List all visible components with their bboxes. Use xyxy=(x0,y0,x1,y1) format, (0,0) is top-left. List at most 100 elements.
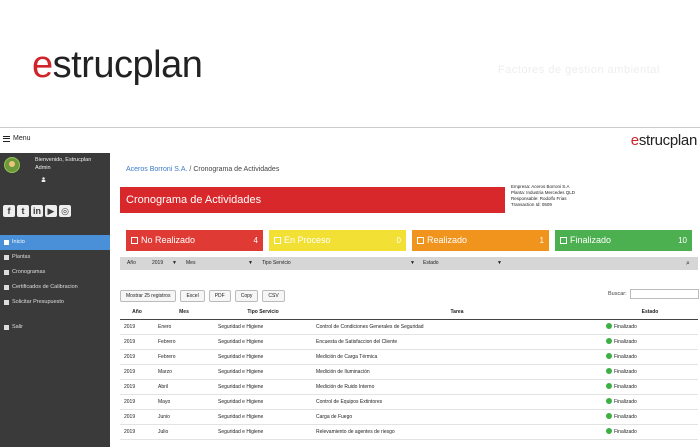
card-no-realizado[interactable]: No Realizado 4 xyxy=(126,230,263,251)
home-icon xyxy=(4,240,9,245)
search-input[interactable] xyxy=(629,289,699,299)
col-estado[interactable]: Estado xyxy=(602,306,698,320)
menu-button[interactable]: Menu xyxy=(3,135,31,142)
table-header: Año Mes Tipo Servicio Tarea Estado xyxy=(120,306,698,320)
status-check-icon xyxy=(606,413,612,419)
youtube-icon[interactable]: ▶ xyxy=(45,205,57,217)
plane-icon xyxy=(4,255,9,260)
table-cell: Seguridad e Higiene xyxy=(214,409,312,425)
table-cell: Seguridad e Higiene xyxy=(214,349,312,365)
table-search: Buscar: xyxy=(608,289,699,299)
table-cell: Finalizado xyxy=(602,334,698,350)
sidebar: Bienvenido, Estrucplan Admin f t in ▶ ◎ I… xyxy=(0,153,110,447)
table-cell: Encuesta de Satisfaccion del Cliente xyxy=(312,334,602,350)
table-cell: Seguridad e Higiene xyxy=(214,379,312,395)
chevron-down-icon: ▼ xyxy=(497,260,502,266)
card-en-proceso[interactable]: En Proceso 0 xyxy=(269,230,406,251)
table-cell: 2019 xyxy=(120,319,154,335)
status-check-icon xyxy=(606,353,612,359)
chevron-down-icon: ▼ xyxy=(410,260,415,266)
brand-logo: estrucplan xyxy=(32,44,203,86)
sidebar-item-inicio[interactable]: Inicio xyxy=(0,235,110,250)
table-cell: Finalizado xyxy=(602,349,698,365)
activities-table: Año Mes Tipo Servicio Tarea Estado 2019 E… xyxy=(120,306,698,440)
logout-icon xyxy=(4,325,9,330)
facebook-icon[interactable]: f xyxy=(3,205,15,217)
table-cell: Finalizado xyxy=(602,364,698,380)
social-links: f t in ▶ ◎ xyxy=(3,205,71,217)
table-cell: Control de Equipos Extintores xyxy=(312,394,602,410)
col-anio[interactable]: Año xyxy=(120,306,154,320)
table-row[interactable]: 2019 Julio Seguridad e Higiene Relevamiento… xyxy=(120,424,698,440)
top-bar: Menu estrucplan xyxy=(0,128,700,153)
welcome-text: Bienvenido, Estrucplan Admin xyxy=(35,157,92,171)
table-row[interactable]: 2019 Junio Seguridad e Higiene Carga de Fue… xyxy=(120,409,698,425)
table-cell: Febrero xyxy=(154,349,214,365)
calendar-icon xyxy=(4,270,9,275)
filter-mes-select[interactable]: Mes xyxy=(186,257,195,270)
table-cell: Seguridad e Higiene xyxy=(214,319,312,335)
pdf-button[interactable]: PDF xyxy=(208,290,231,302)
filter-estado-select[interactable]: Estado xyxy=(423,257,439,270)
table-cell: Medición de Carga Térmica xyxy=(312,349,602,365)
table-cell: Finalizado xyxy=(602,394,698,410)
filter-anio-label: Año xyxy=(127,260,136,266)
table-cell: 2019 xyxy=(120,409,154,425)
calendar-check-icon xyxy=(560,237,567,244)
table-row[interactable]: 2019 Marzo Seguridad e Higiene Medición de … xyxy=(120,364,698,380)
breadcrumb-company-link[interactable]: Aceros Borroni S.A. xyxy=(126,166,187,173)
table-row[interactable]: 2019 Enero Seguridad e Higiene Control de C… xyxy=(120,319,698,335)
table-cell: Relevamiento de agentes de riesgo xyxy=(312,424,602,440)
linkedin-icon[interactable]: in xyxy=(31,205,43,217)
table-row[interactable]: 2019 Febrero Seguridad e Higiene Medición d… xyxy=(120,349,698,365)
table-cell: 2019 xyxy=(120,334,154,350)
col-tarea[interactable]: Tarea xyxy=(312,306,602,320)
status-check-icon xyxy=(606,428,612,434)
sidebar-item-plantas[interactable]: Plantas xyxy=(0,250,110,265)
csv-button[interactable]: CSV xyxy=(262,290,285,302)
table-cell: Seguridad e Higiene xyxy=(214,334,312,350)
table-row[interactable]: 2019 Febrero Seguridad e Higiene Encuesta d… xyxy=(120,334,698,350)
table-cell: Abril xyxy=(154,379,214,395)
sidebar-item-presupuesto[interactable]: Solicitar Presupuesto xyxy=(0,295,110,310)
sidebar-item-cronogramas[interactable]: Cronogramas xyxy=(0,265,110,280)
table-cell: Finalizado xyxy=(602,409,698,425)
table-row[interactable]: 2019 Mayo Seguridad e Higiene Control de Eq… xyxy=(120,394,698,410)
table-cell: Carga de Fuego xyxy=(312,409,602,425)
copy-button[interactable]: Copy xyxy=(234,290,259,302)
col-tipo[interactable]: Tipo Servicio xyxy=(214,306,312,320)
filter-bar: Año 2019 ▼ Mes ▼ Tipo Servicio ▼ Estado … xyxy=(120,257,698,270)
show-entries-button[interactable]: Mostrar 25 registros xyxy=(120,290,177,302)
card-finalizado[interactable]: Finalizado 10 xyxy=(555,230,692,251)
main-content: Aceros Borroni S.A. / Cronograma de Acti… xyxy=(110,153,700,447)
status-check-icon xyxy=(606,323,612,329)
filter-anio-select[interactable]: 2019 xyxy=(152,257,163,270)
avatar xyxy=(4,157,20,173)
status-check-icon xyxy=(606,398,612,404)
sidebar-item-certificados[interactable]: Certificados de Calibracion xyxy=(0,280,110,295)
table-cell: Control de Condiciones Generales de Segu… xyxy=(312,319,602,335)
globe-icon[interactable]: ◎ xyxy=(59,205,71,217)
calendar-x-icon xyxy=(131,237,138,244)
table-cell: Mayo xyxy=(154,394,214,410)
filter-tipo-select[interactable]: Tipo Servicio xyxy=(262,257,291,270)
hero-banner: estrucplan Factores de gestion ambiental xyxy=(0,0,700,128)
search-icon[interactable]: ⌕ xyxy=(686,257,690,270)
user-icon xyxy=(41,177,46,182)
excel-button[interactable]: Excel xyxy=(180,290,205,302)
table-cell: 2019 xyxy=(120,364,154,380)
col-mes[interactable]: Mes xyxy=(154,306,214,320)
hamburger-icon xyxy=(3,135,10,142)
table-row[interactable]: 2019 Abril Seguridad e Higiene Medición de … xyxy=(120,379,698,395)
topbar-logo[interactable]: estrucplan xyxy=(631,132,698,149)
page-title: Cronograma de Actividades xyxy=(120,187,505,213)
breadcrumb: Aceros Borroni S.A. / Cronograma de Acti… xyxy=(126,166,280,173)
table-cell: Seguridad e Higiene xyxy=(214,364,312,380)
table-cell: Finalizado xyxy=(602,379,698,395)
twitter-icon[interactable]: t xyxy=(17,205,29,217)
status-check-icon xyxy=(606,338,612,344)
sidebar-item-salir[interactable]: Salir xyxy=(0,320,110,335)
card-realizado[interactable]: Realizado 1 xyxy=(412,230,549,251)
table-cell: Junio xyxy=(154,409,214,425)
calendar-minus-icon xyxy=(274,237,281,244)
